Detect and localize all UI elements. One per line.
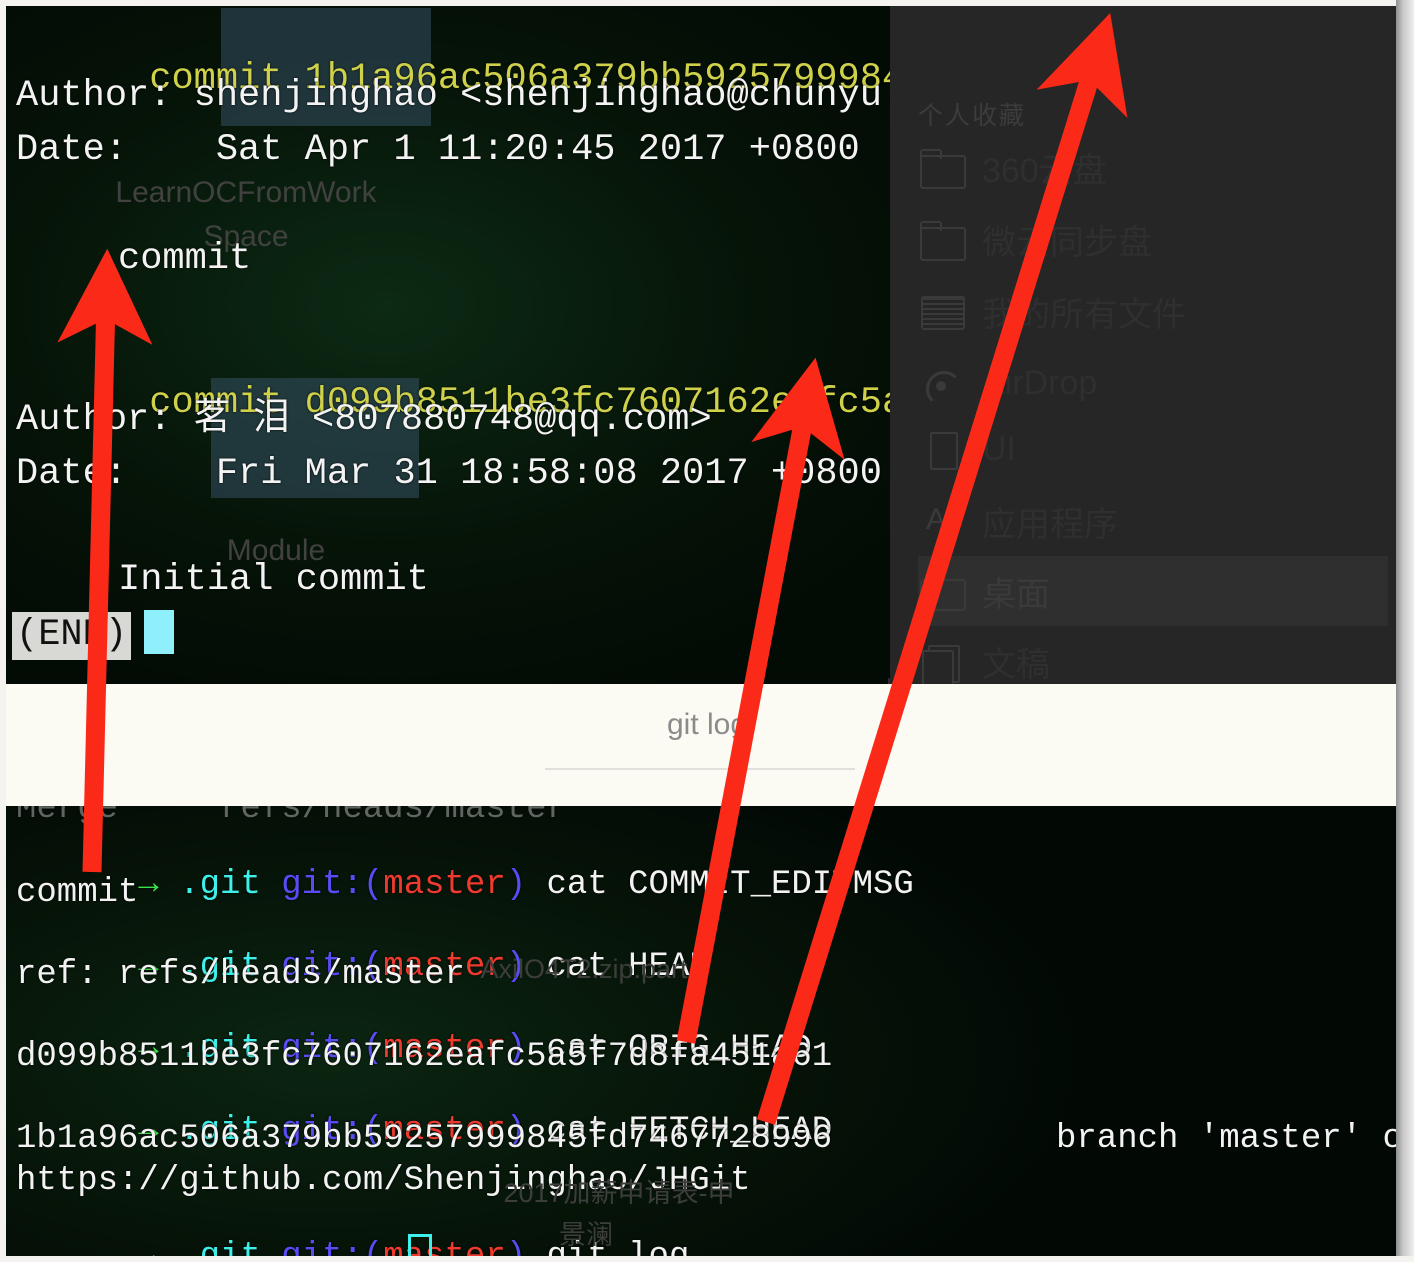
- commit-date-2: Date: Fri Mar 31 18:58:08 2017 +0800: [16, 453, 882, 495]
- commit-author-1: Author: shenjinghao <shenjinghao@chunyu.…: [16, 75, 890, 117]
- window-edge-bottom: [0, 1256, 1414, 1262]
- merge-line: Merge refs/heads/master: [16, 806, 567, 828]
- sidebar-item-all-files[interactable]: 我的所有文件: [918, 276, 1388, 346]
- prompt-arrow-icon: →: [138, 866, 159, 904]
- pager-cursor: [144, 610, 174, 654]
- sidebar-item-label: 文稿: [982, 645, 1050, 684]
- sidebar-item-label: UI: [982, 429, 1016, 468]
- applications-icon: [918, 501, 964, 541]
- sidebar-item-label: 应用程序: [982, 505, 1118, 544]
- window-edge-top: [0, 0, 1414, 6]
- window-edge-left: [0, 0, 6, 1262]
- folder-icon: [918, 219, 966, 261]
- shell-output-4: 1b1a96ac506a379bb59257999845fd7467728996: [16, 1120, 833, 1158]
- pager-end-marker: (END): [12, 612, 132, 660]
- airdrop-icon: [918, 363, 964, 407]
- shell-terminal-window[interactable]: Merge refs/heads/master → .git git:(mast…: [6, 806, 1398, 1258]
- window-title-band: [0, 684, 1414, 808]
- finder-sidebar-header: 个人收藏: [918, 102, 1027, 130]
- shell-output-5: https://github.com/Shenjinghao/JHGit: [16, 1162, 751, 1200]
- commit-message-1: commit: [118, 238, 252, 280]
- ghost-text-learnoc: LearnOCFromWork: [115, 176, 377, 209]
- git-log-pager-window[interactable]: LearnOCFromWork Space Module commit 1b1a…: [6, 6, 890, 678]
- sidebar-item-weiyun[interactable]: 微云同步盘: [918, 204, 1388, 274]
- sidebar-item-label: 我的所有文件: [982, 295, 1186, 334]
- shell-command-2: cat HEAD: [546, 948, 710, 986]
- commit-date-1: Date: Sat Apr 1 11:20:45 2017 +0800: [16, 129, 860, 171]
- band-divider: [545, 768, 855, 770]
- sidebar-item-label: 微云同步盘: [982, 223, 1152, 262]
- sidebar-item-label: 桌面: [982, 575, 1050, 614]
- shell-command-5: git log: [546, 1238, 690, 1258]
- folder-icon: [918, 147, 966, 189]
- sidebar-item-applications[interactable]: 应用程序: [918, 486, 1388, 556]
- window-scrollbar-right[interactable]: [1396, 0, 1414, 1262]
- documents-icon: [918, 641, 964, 688]
- commit-message-2: Initial commit: [118, 559, 429, 601]
- shell-output-2: ref: refs/heads/master: [16, 956, 465, 994]
- prompt-branch-name: master: [383, 866, 506, 904]
- commit-author-2: Author: 茗 泪 <807880748@qq.com>: [16, 399, 712, 441]
- sidebar-item-360yunpan[interactable]: 360云盘: [918, 132, 1388, 202]
- shell-command-1: cat COMMIT_EDITMSG: [546, 866, 914, 904]
- all-files-icon: [918, 291, 965, 331]
- prompt-git-close: ): [505, 866, 527, 904]
- shell-output-3: d099b8511be3fc7607162eafc5a5f7d8fa451a61: [16, 1038, 833, 1076]
- shell-output-4-tail: branch 'master' of: [1056, 1120, 1398, 1158]
- screenshot-root: 个人收藏 360云盘 微云同步盘 我的所有文件 AirDrop UI 应用程序 …: [0, 0, 1414, 1262]
- window-title-label: git log: [666, 708, 748, 741]
- prompt-directory: .git: [179, 866, 261, 904]
- shell-output-1: commit: [16, 874, 139, 912]
- desktop-icon: [918, 571, 966, 611]
- sidebar-item-label: AirDrop: [982, 363, 1098, 402]
- sidebar-item-label: 360云盘: [982, 151, 1107, 190]
- prompt-git-open: git:(: [281, 866, 384, 904]
- prompt-git-close: ): [505, 948, 527, 986]
- sidebar-item-desktop[interactable]: 桌面: [918, 556, 1388, 626]
- sidebar-item-airdrop[interactable]: AirDrop: [918, 348, 1388, 418]
- ui-folder-icon: [918, 429, 964, 470]
- sidebar-item-ui[interactable]: UI: [918, 414, 1388, 484]
